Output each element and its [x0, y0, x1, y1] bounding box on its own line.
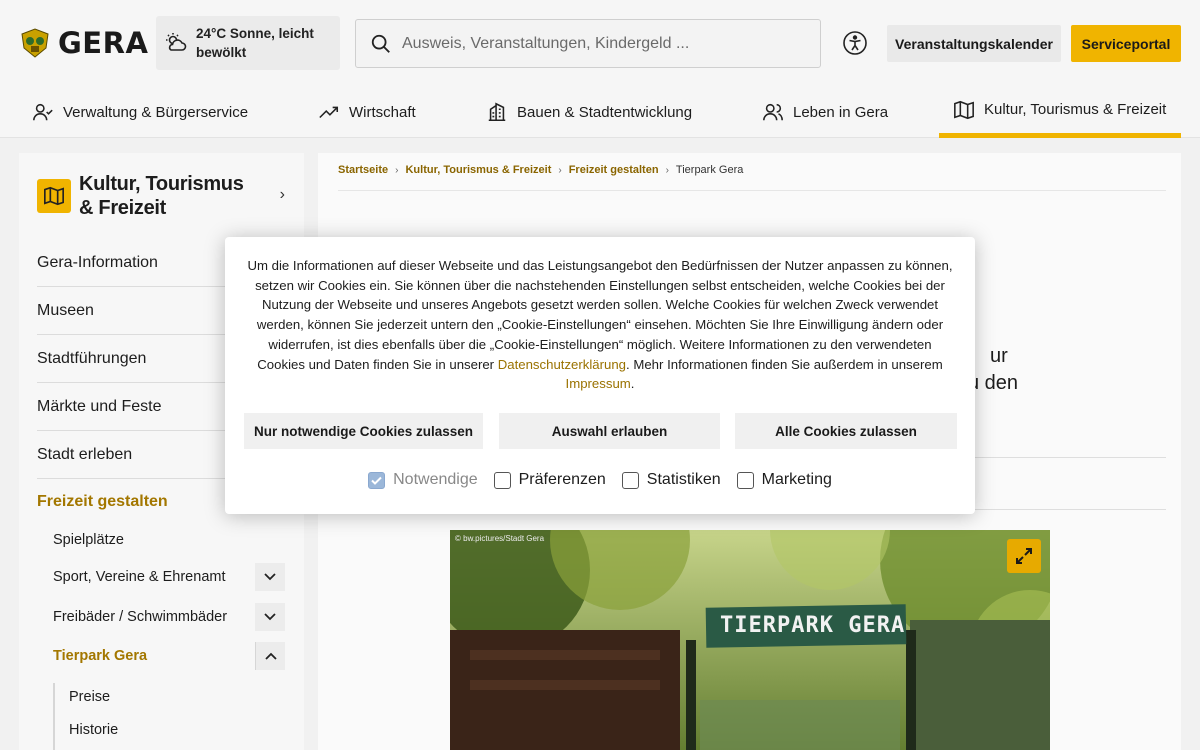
coat-of-arms-icon: [21, 28, 49, 58]
site-logo[interactable]: GERA: [18, 26, 148, 60]
chevron-right-icon: ›: [665, 164, 669, 176]
sidebar-sub-label: Sport, Vereine & Ehrenamt: [53, 569, 226, 585]
cookie-text-part: .: [630, 376, 635, 392]
privacy-policy-link[interactable]: Datenschutzerklärung: [498, 357, 626, 372]
chevron-down-icon[interactable]: [255, 563, 285, 591]
sidebar-header[interactable]: Kultur, Tourismus & Freizeit ›: [37, 172, 287, 220]
checkbox-marketing[interactable]: Marketing: [736, 471, 832, 489]
sidebar-header-icon: [37, 179, 71, 213]
sidebar-sub-freibaeder[interactable]: Freibäder / Schwimmbäder: [53, 598, 285, 636]
divider: [338, 190, 1166, 191]
sidebar-sub-label: Freibäder / Schwimmbäder: [53, 609, 228, 625]
sidebar-sub-sport[interactable]: Sport, Vereine & Ehrenamt: [53, 558, 285, 596]
nav-item-bauen[interactable]: Bauen & Stadtentwicklung: [486, 86, 692, 138]
nav-label: Verwaltung & Bürgerservice: [63, 103, 249, 121]
checkbox-label: Präferenzen: [518, 471, 606, 488]
nav-item-verwaltung[interactable]: Verwaltung & Bürgerservice: [32, 86, 248, 138]
cookie-text-part: Um die Informationen auf dieser Webseite…: [247, 258, 953, 372]
map-icon: [954, 100, 974, 119]
chevron-right-icon: ›: [395, 164, 399, 176]
checkbox-box[interactable]: [493, 471, 511, 489]
checkbox-box[interactable]: [621, 471, 639, 489]
breadcrumb-current: Tierpark Gera: [675, 164, 744, 176]
search-icon: [371, 34, 390, 53]
intro-line-1: ur: [990, 345, 1008, 367]
breadcrumb-link-freizeit[interactable]: Freizeit gestalten: [569, 164, 659, 176]
checkbox-label: Statistiken: [646, 471, 721, 488]
search-box[interactable]: [355, 19, 821, 68]
checkbox-box[interactable]: [736, 471, 754, 489]
sidebar-title: Kultur, Tourismus & Freizeit: [79, 173, 244, 219]
people-icon: [763, 103, 783, 121]
intro-text-fragment: ur u den: [968, 343, 1018, 397]
chevron-right-icon[interactable]: ›: [280, 186, 285, 204]
checkbox-statistiken[interactable]: Statistiken: [621, 471, 721, 489]
nav-label: Leben in Gera: [793, 103, 889, 121]
checkbox-praeferenzen[interactable]: Präferenzen: [493, 471, 606, 489]
imprint-link[interactable]: Impressum: [566, 376, 631, 391]
nav-item-wirtschaft[interactable]: Wirtschaft: [318, 86, 416, 138]
necessary-cookies-button[interactable]: Nur notwendige Cookies zulassen: [244, 413, 483, 449]
search-input[interactable]: [402, 34, 802, 53]
nav-item-kultur[interactable]: Kultur, Tourismus & Freizeit: [939, 86, 1181, 138]
checkbox-checked-icon: [368, 471, 386, 489]
chevron-up-icon[interactable]: [255, 642, 285, 670]
nav-item-leben[interactable]: Leben in Gera: [762, 86, 888, 138]
sidebar-subsub-preise[interactable]: Preise: [69, 681, 269, 714]
person-icon: [33, 103, 53, 121]
cookie-text-part: . Mehr Informationen finden Sie außerdem…: [626, 356, 943, 372]
checkbox-label: Marketing: [761, 471, 832, 488]
expand-icon: [1016, 548, 1032, 564]
logo-text: GERA: [58, 26, 149, 60]
sign-text: TIERPARK GERA: [720, 613, 906, 638]
checkbox-label: Notwendige: [393, 471, 478, 488]
cookie-text: Um die Informationen auf dieser Webseite…: [243, 256, 957, 394]
partly-cloudy-icon: [166, 33, 187, 51]
main-navigation: Verwaltung & Bürgerservice Wirtschaft Ba…: [0, 86, 1200, 138]
breadcrumb-link-kultur[interactable]: Kultur, Tourismus & Freizeit: [405, 164, 551, 176]
nav-label: Bauen & Stadtentwicklung: [517, 103, 693, 121]
tierpark-photo: TIERPARK GERA © bw.pictures/Stadt Gera: [450, 530, 1050, 750]
building-icon: [488, 102, 506, 122]
trend-icon: [319, 106, 339, 119]
photo-credit: © bw.pictures/Stadt Gera: [455, 534, 545, 543]
weather-widget: 24°C Sonne, leicht bewölkt: [156, 16, 340, 70]
nav-label: Wirtschaft: [349, 103, 416, 121]
breadcrumb: Startseite › Kultur, Tourismus & Freizei…: [338, 164, 743, 176]
checkbox-notwendige: Notwendige: [368, 471, 478, 489]
breadcrumb-link-startseite[interactable]: Startseite: [338, 164, 388, 176]
chevron-down-icon[interactable]: [255, 603, 285, 631]
intro-line-2: u den: [968, 372, 1019, 394]
nav-label: Kultur, Tourismus & Freizeit: [984, 101, 1167, 118]
sidebar-sub-label: Spielplätze: [53, 532, 124, 548]
allow-all-cookies-button[interactable]: Alle Cookies zulassen: [735, 413, 957, 449]
cookie-consent-dialog: Um die Informationen auf dieser Webseite…: [225, 237, 975, 514]
chevron-right-icon: ›: [558, 164, 562, 176]
cookie-category-checkboxes: Notwendige Präferenzen Statistiken Marke…: [225, 471, 975, 489]
accessibility-icon[interactable]: [842, 30, 868, 56]
map-icon: [44, 186, 64, 206]
expand-image-button[interactable]: [1007, 539, 1041, 573]
event-calendar-button[interactable]: Veranstaltungskalender: [887, 25, 1061, 62]
sidebar-sub-label: Tierpark Gera: [53, 648, 148, 664]
sidebar-subsub-historie[interactable]: Historie: [69, 714, 269, 747]
tree-rail: [53, 683, 55, 750]
allow-selection-button[interactable]: Auswahl erlauben: [499, 413, 720, 449]
sidebar-sub-tierpark[interactable]: Tierpark Gera: [53, 637, 285, 675]
sidebar-sub-spielplaetze[interactable]: Spielplätze: [53, 521, 285, 559]
top-header: GERA 24°C Sonne, leicht bewölkt Veransta…: [0, 0, 1200, 86]
weather-text: 24°C Sonne, leicht bewölkt: [196, 26, 314, 60]
serviceportal-button[interactable]: Serviceportal: [1071, 25, 1181, 62]
